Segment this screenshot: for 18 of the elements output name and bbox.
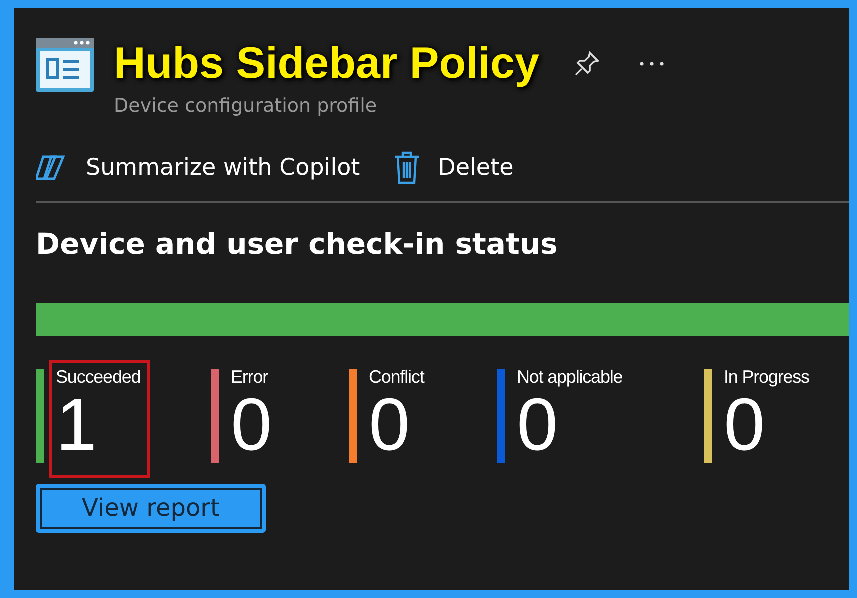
status-label: Not applicable	[517, 366, 623, 388]
page-title: Hubs Sidebar Policy	[114, 38, 540, 90]
view-report-button[interactable]: View report	[36, 484, 266, 533]
summarize-button[interactable]: Summarize with Copilot	[36, 150, 360, 185]
section-heading: Device and user check-in status	[36, 226, 559, 261]
trash-icon	[394, 150, 420, 185]
page-subtitle: Device configuration profile	[114, 94, 378, 117]
status-count: 0	[369, 388, 410, 462]
status-count: 1	[56, 388, 98, 462]
status-count: 0	[517, 388, 558, 462]
status-label: Conflict	[369, 366, 424, 388]
delete-button[interactable]: Delete	[394, 150, 514, 185]
status-label: Error	[231, 366, 270, 388]
status-count: 0	[724, 388, 766, 462]
status-label: Succeeded	[56, 366, 141, 388]
profile-icon	[36, 38, 94, 92]
status-label: In Progress	[724, 366, 810, 388]
status-count: 0	[231, 388, 272, 462]
